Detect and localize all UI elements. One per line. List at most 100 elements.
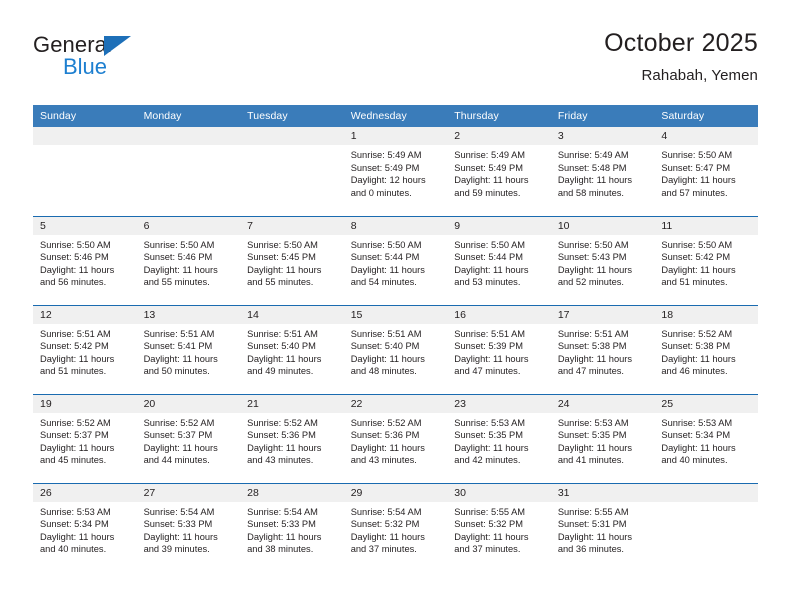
day-cell[interactable]: 2 Sunrise: 5:49 AM Sunset: 5:49 PM Dayli… xyxy=(447,127,551,216)
day-number xyxy=(654,483,758,502)
day-number: 12 xyxy=(33,305,137,324)
daylight-text-line1: Daylight: 11 hours xyxy=(40,531,115,542)
day-details: Sunrise: 5:53 AM Sunset: 5:34 PM Dayligh… xyxy=(654,413,758,467)
daylight-text-line2: and 58 minutes. xyxy=(557,187,624,198)
day-details: Sunrise: 5:53 AM Sunset: 5:34 PM Dayligh… xyxy=(33,502,137,556)
day-details: Sunrise: 5:51 AM Sunset: 5:40 PM Dayligh… xyxy=(344,324,448,378)
day-cell[interactable]: 20 Sunrise: 5:52 AM Sunset: 5:37 PM Dayl… xyxy=(136,393,241,483)
day-cell[interactable]: 3 Sunrise: 5:49 AM Sunset: 5:48 PM Dayli… xyxy=(550,127,655,216)
day-details: Sunrise: 5:54 AM Sunset: 5:33 PM Dayligh… xyxy=(240,502,344,556)
logo-text-blue: Blue xyxy=(63,54,108,79)
day-cell[interactable]: 14 Sunrise: 5:51 AM Sunset: 5:40 PM Dayl… xyxy=(240,304,344,394)
sunrise-text: Sunrise: 5:53 AM xyxy=(454,417,526,428)
day-number: 27 xyxy=(136,483,241,502)
day-cell[interactable] xyxy=(136,127,241,216)
day-cell[interactable]: 27 Sunrise: 5:54 AM Sunset: 5:33 PM Dayl… xyxy=(136,482,241,572)
sunset-text: Sunset: 5:36 PM xyxy=(247,430,316,441)
day-cell[interactable]: 9 Sunrise: 5:50 AM Sunset: 5:44 PM Dayli… xyxy=(447,215,551,305)
daylight-text-line2: and 49 minutes. xyxy=(247,366,314,377)
day-cell[interactable]: 23 Sunrise: 5:53 AM Sunset: 5:35 PM Dayl… xyxy=(447,393,551,483)
daylight-text-line2: and 47 minutes. xyxy=(557,366,624,377)
sunset-text: Sunset: 5:33 PM xyxy=(143,519,213,530)
day-cell[interactable]: 10 Sunrise: 5:50 AM Sunset: 5:43 PM Dayl… xyxy=(550,215,655,305)
day-cell[interactable]: 1 Sunrise: 5:49 AM Sunset: 5:49 PM Dayli… xyxy=(343,127,448,216)
day-cell[interactable]: 24 Sunrise: 5:53 AM Sunset: 5:35 PM Dayl… xyxy=(550,393,655,483)
daylight-text-line2: and 56 minutes. xyxy=(40,277,107,288)
day-cell[interactable]: 28 Sunrise: 5:54 AM Sunset: 5:33 PM Dayl… xyxy=(240,482,344,572)
daylight-text-line1: Daylight: 11 hours xyxy=(350,531,425,542)
sunset-text: Sunset: 5:34 PM xyxy=(40,519,109,530)
sunset-text: Sunset: 5:41 PM xyxy=(143,341,213,352)
day-details: Sunrise: 5:53 AM Sunset: 5:35 PM Dayligh… xyxy=(551,413,655,467)
day-cell[interactable]: 11 Sunrise: 5:50 AM Sunset: 5:42 PM Dayl… xyxy=(654,215,758,305)
day-cell[interactable]: 4 Sunrise: 5:50 AM Sunset: 5:47 PM Dayli… xyxy=(654,127,758,216)
day-number: 6 xyxy=(136,216,241,235)
day-details xyxy=(137,145,241,149)
sunrise-text: Sunrise: 5:49 AM xyxy=(557,150,629,160)
day-cell[interactable]: 19 Sunrise: 5:52 AM Sunset: 5:37 PM Dayl… xyxy=(33,393,137,483)
day-number xyxy=(240,127,344,145)
day-cell[interactable]: 8 Sunrise: 5:50 AM Sunset: 5:44 PM Dayli… xyxy=(343,215,448,305)
sunrise-text: Sunrise: 5:52 AM xyxy=(247,417,318,428)
day-details xyxy=(240,145,344,149)
day-cell[interactable] xyxy=(240,127,344,216)
day-cell[interactable] xyxy=(33,127,137,216)
daylight-text-line1: Daylight: 11 hours xyxy=(661,353,736,364)
sunrise-text: Sunrise: 5:52 AM xyxy=(143,417,215,428)
day-number: 30 xyxy=(447,483,551,502)
daylight-text-line1: Daylight: 11 hours xyxy=(454,264,529,275)
sunset-text: Sunset: 5:32 PM xyxy=(454,519,523,530)
sunrise-text: Sunrise: 5:50 AM xyxy=(661,150,733,160)
day-details: Sunrise: 5:51 AM Sunset: 5:42 PM Dayligh… xyxy=(33,324,137,378)
sunset-text: Sunset: 5:35 PM xyxy=(557,430,627,441)
weekday-header-tuesday: Tuesday xyxy=(240,105,344,127)
calendar-header-row: Sunday Monday Tuesday Wednesday Thursday… xyxy=(33,105,758,127)
sunrise-text: Sunrise: 5:50 AM xyxy=(454,239,526,250)
day-cell[interactable]: 30 Sunrise: 5:55 AM Sunset: 5:32 PM Dayl… xyxy=(447,482,551,572)
day-cell[interactable]: 12 Sunrise: 5:51 AM Sunset: 5:42 PM Dayl… xyxy=(33,304,137,394)
daylight-text-line1: Daylight: 11 hours xyxy=(247,353,322,364)
sunset-text: Sunset: 5:49 PM xyxy=(350,162,420,173)
daylight-text-line2: and 39 minutes. xyxy=(143,544,210,555)
daylight-text-line1: Daylight: 11 hours xyxy=(454,175,529,186)
sunrise-text: Sunrise: 5:55 AM xyxy=(557,506,629,517)
daylight-text-line2: and 51 minutes. xyxy=(661,277,728,288)
day-cell[interactable]: 26 Sunrise: 5:53 AM Sunset: 5:34 PM Dayl… xyxy=(33,482,137,572)
daylight-text-line1: Daylight: 11 hours xyxy=(661,264,736,275)
daylight-text-line2: and 41 minutes. xyxy=(557,455,624,466)
calendar-week-row: 26 Sunrise: 5:53 AM Sunset: 5:34 PM Dayl… xyxy=(33,482,758,572)
day-number: 15 xyxy=(343,305,448,324)
weekday-header-wednesday: Wednesday xyxy=(343,105,448,127)
daylight-text-line1: Daylight: 11 hours xyxy=(247,442,322,453)
day-cell[interactable]: 5 Sunrise: 5:50 AM Sunset: 5:46 PM Dayli… xyxy=(33,215,137,305)
sunset-text: Sunset: 5:32 PM xyxy=(350,519,420,530)
daylight-text-line1: Daylight: 11 hours xyxy=(454,353,529,364)
day-cell[interactable]: 16 Sunrise: 5:51 AM Sunset: 5:39 PM Dayl… xyxy=(447,304,551,394)
day-cell[interactable]: 17 Sunrise: 5:51 AM Sunset: 5:38 PM Dayl… xyxy=(550,304,655,394)
day-cell[interactable]: 6 Sunrise: 5:50 AM Sunset: 5:46 PM Dayli… xyxy=(136,215,241,305)
day-cell[interactable]: 22 Sunrise: 5:52 AM Sunset: 5:36 PM Dayl… xyxy=(343,393,448,483)
day-cell[interactable]: 7 Sunrise: 5:50 AM Sunset: 5:45 PM Dayli… xyxy=(240,215,344,305)
day-cell[interactable]: 15 Sunrise: 5:51 AM Sunset: 5:40 PM Dayl… xyxy=(343,304,448,394)
weekday-header-sunday: Sunday xyxy=(33,105,137,127)
sunset-text: Sunset: 5:42 PM xyxy=(40,341,109,352)
daylight-text-line1: Daylight: 11 hours xyxy=(40,442,115,453)
calendar-week-row: 19 Sunrise: 5:52 AM Sunset: 5:37 PM Dayl… xyxy=(33,393,758,483)
sunrise-text: Sunrise: 5:51 AM xyxy=(557,328,629,339)
day-cell[interactable]: 31 Sunrise: 5:55 AM Sunset: 5:31 PM Dayl… xyxy=(550,482,655,572)
daylight-text-line2: and 43 minutes. xyxy=(350,455,417,466)
sunrise-text: Sunrise: 5:50 AM xyxy=(143,239,215,250)
day-cell[interactable]: 21 Sunrise: 5:52 AM Sunset: 5:36 PM Dayl… xyxy=(240,393,344,483)
day-cell[interactable]: 13 Sunrise: 5:51 AM Sunset: 5:41 PM Dayl… xyxy=(136,304,241,394)
daylight-text-line1: Daylight: 11 hours xyxy=(557,353,633,364)
day-cell[interactable]: 25 Sunrise: 5:53 AM Sunset: 5:34 PM Dayl… xyxy=(654,393,758,483)
day-details: Sunrise: 5:53 AM Sunset: 5:35 PM Dayligh… xyxy=(447,413,551,467)
day-cell[interactable] xyxy=(654,482,758,572)
day-details: Sunrise: 5:55 AM Sunset: 5:32 PM Dayligh… xyxy=(447,502,551,556)
day-number: 7 xyxy=(240,216,344,235)
sunset-text: Sunset: 5:31 PM xyxy=(557,519,627,530)
daylight-text-line2: and 48 minutes. xyxy=(350,366,417,377)
day-cell[interactable]: 18 Sunrise: 5:52 AM Sunset: 5:38 PM Dayl… xyxy=(654,304,758,394)
day-cell[interactable]: 29 Sunrise: 5:54 AM Sunset: 5:32 PM Dayl… xyxy=(343,482,448,572)
sunset-text: Sunset: 5:49 PM xyxy=(454,162,523,173)
